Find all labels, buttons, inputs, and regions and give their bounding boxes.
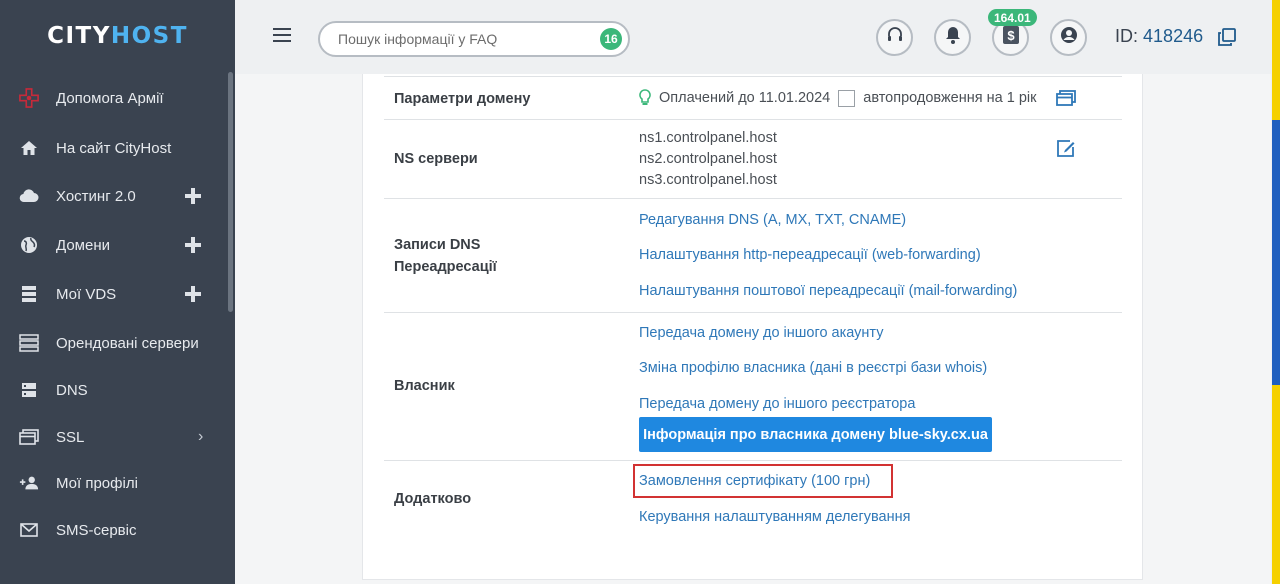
- sidebar-item-cityhost-site[interactable]: На сайт CityHost: [0, 128, 228, 168]
- row-label: Переадресації: [394, 259, 497, 275]
- user-id: ID: 418246: [1115, 26, 1203, 47]
- copy-icon[interactable]: [1217, 27, 1237, 47]
- sidebar-item-label: Домени: [56, 236, 110, 254]
- sidebar-item-label: На сайт CityHost: [56, 139, 172, 157]
- dns-icon: [19, 380, 39, 400]
- mail-icon: [19, 520, 39, 540]
- faq-search-input[interactable]: [338, 30, 588, 48]
- expand-plus-icon[interactable]: [183, 284, 203, 304]
- chevron-right-icon[interactable]: ›: [198, 428, 203, 446]
- sidebar-item-label: DNS: [56, 381, 88, 399]
- row-label: NS сервери: [394, 151, 478, 167]
- ns-server: ns3.controlpanel.host: [639, 172, 777, 188]
- ns-server: ns1.controlpanel.host: [639, 130, 777, 146]
- delegation-settings-link[interactable]: Керування налаштуванням делегування: [639, 508, 911, 526]
- change-owner-profile-link[interactable]: Зміна профілю власника (дані в реєстрі б…: [639, 359, 987, 377]
- flag-stripe-yellow-top: [1272, 0, 1280, 120]
- headset-icon: [886, 26, 904, 49]
- cloud-icon: [19, 186, 39, 206]
- sidebar-item-profiles[interactable]: Мої профілі: [0, 463, 228, 503]
- faq-search[interactable]: 16: [318, 21, 630, 57]
- logo-part-city: CITY: [47, 23, 111, 49]
- sidebar-item-label: SMS-сервіс: [56, 521, 137, 539]
- sidebar-item-label: Мої VDS: [56, 285, 117, 303]
- row-label: Додатково: [394, 491, 472, 507]
- transfer-account-link[interactable]: Передача домену до іншого акаунту: [639, 324, 883, 342]
- globe-icon: [19, 235, 39, 255]
- server-icon: [19, 284, 39, 304]
- extra-row: Додатково Замовлення сертифікату (100 гр…: [384, 461, 1122, 551]
- domain-params-row: Параметри домену Оплачений до 11.01.2024…: [384, 76, 1122, 120]
- sidebar-item-label: Хостинг 2.0: [56, 187, 136, 205]
- sidebar-item-sms[interactable]: SMS-сервіс: [0, 510, 228, 550]
- support-button[interactable]: [876, 19, 913, 56]
- row-label: Власник: [394, 378, 455, 394]
- sidebar-item-domains[interactable]: Домени: [0, 225, 228, 265]
- http-forwarding-link[interactable]: Налаштування http-переадресації (web-for…: [639, 246, 981, 264]
- sidebar-item-label: Орендовані сервери: [56, 334, 199, 352]
- domain-details-card: Параметри домену Оплачений до 11.01.2024…: [362, 74, 1143, 580]
- sidebar-item-army-help[interactable]: Допомога Армії: [0, 78, 228, 118]
- notifications-button[interactable]: [934, 19, 971, 56]
- mail-forwarding-link[interactable]: Налаштування поштової переадресації (mai…: [639, 282, 1017, 300]
- sidebar-item-rented-servers[interactable]: Орендовані сервери: [0, 323, 228, 363]
- sidebar-item-dns[interactable]: DNS: [0, 370, 228, 410]
- main-content: Параметри домену Оплачений до 11.01.2024…: [235, 74, 1271, 584]
- ns-server: ns2.controlpanel.host: [639, 151, 777, 167]
- edit-dns-link[interactable]: Редагування DNS (A, MX, TXT, CNAME): [639, 211, 906, 229]
- cityhost-logo[interactable]: CITY HOST: [0, 0, 235, 72]
- sidebar-item-label: Допомога Армії: [56, 89, 164, 107]
- sidebar-item-label: SSL: [56, 428, 85, 446]
- certificate-order-link[interactable]: Замовлення сертифікату (100 грн): [639, 472, 870, 490]
- row-label: Параметри домену: [394, 91, 531, 107]
- window-icon[interactable]: [1056, 90, 1076, 111]
- sidebar-item-label: Мої профілі: [56, 474, 138, 492]
- owner-row: Власник Передача домену до іншого акаунт…: [384, 313, 1122, 461]
- edit-icon[interactable]: [1056, 139, 1076, 162]
- transfer-registrar-link[interactable]: Передача домену до іншого реєстратора: [639, 395, 915, 413]
- sidebar: CITY HOST Допомога Армії На сайт CityHost…: [0, 0, 235, 584]
- logo-part-host: HOST: [110, 23, 188, 49]
- dollar-icon: $: [1002, 25, 1020, 50]
- dns-records-row: Записи DNS Переадресації Редагування DNS…: [384, 199, 1122, 313]
- sidebar-item-hosting[interactable]: Хостинг 2.0: [0, 176, 228, 216]
- sidebar-scrollbar[interactable]: [228, 72, 233, 312]
- svg-text:$: $: [1007, 28, 1015, 43]
- autorenew-checkbox[interactable]: [838, 89, 856, 107]
- menu-toggle-icon[interactable]: [273, 28, 291, 44]
- user-id-label: ID:: [1115, 26, 1139, 46]
- army-cross-icon: [19, 88, 39, 108]
- faq-count-badge: 16: [600, 28, 622, 50]
- users-icon: [19, 473, 39, 493]
- user-circle-icon: [1060, 26, 1078, 49]
- server-stack-icon: [19, 333, 39, 353]
- owner-info-button[interactable]: Інформація про власника домену blue-sky.…: [639, 417, 992, 452]
- expand-plus-icon[interactable]: [183, 186, 203, 206]
- sidebar-item-vds[interactable]: Мої VDS: [0, 274, 228, 314]
- ssl-icon: [19, 427, 39, 447]
- sidebar-item-ssl[interactable]: SSL ›: [0, 417, 228, 457]
- bell-icon: [945, 26, 961, 49]
- ns-servers-row: NS сервери ns1.controlpanel.host ns2.con…: [384, 120, 1122, 199]
- autorenew-label: автопродовження на 1 рік: [863, 90, 1037, 106]
- paid-until-text: Оплачений до 11.01.2024: [659, 90, 831, 106]
- flag-stripe-yellow: [1272, 385, 1280, 584]
- account-button[interactable]: [1050, 19, 1087, 56]
- balance-badge: 164.01: [988, 9, 1037, 26]
- user-id-value: 418246: [1143, 26, 1204, 46]
- expand-plus-icon[interactable]: [183, 235, 203, 255]
- top-bar: 16 $ 164.01 ID: 418246: [235, 0, 1280, 74]
- home-icon: [19, 138, 39, 158]
- row-label: Записи DNS: [394, 237, 481, 253]
- lightbulb-icon: [639, 89, 651, 107]
- paid-status: Оплачений до 11.01.2024 автопродовження …: [639, 89, 1036, 107]
